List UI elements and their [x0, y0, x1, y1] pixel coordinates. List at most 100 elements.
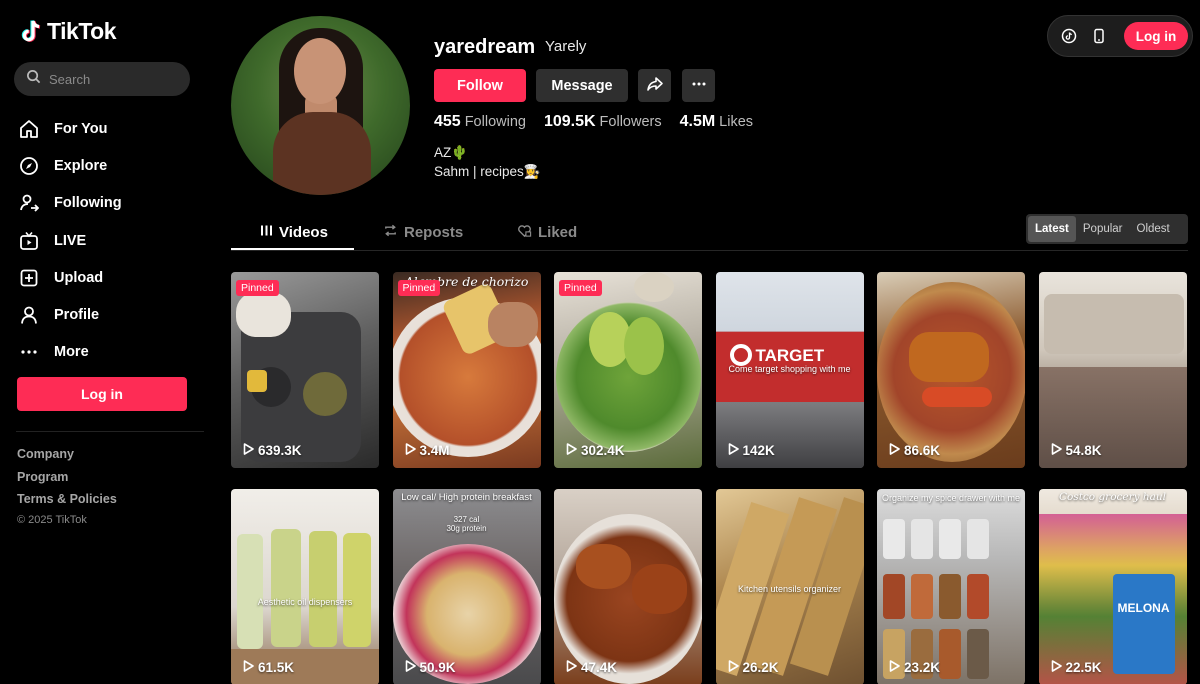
video-card[interactable]: Kitchen utensils organizer 26.2K	[715, 489, 864, 684]
pinned-badge: Pinned	[397, 280, 441, 296]
video-card[interactable]: Aesthetic oil dispensers 61.5K	[231, 489, 379, 684]
view-count: 302.4K	[566, 443, 625, 458]
search-input[interactable]	[49, 71, 169, 87]
video-caption: Low cal/ High protein breakfast	[401, 492, 532, 503]
video-card[interactable]: TARGET Come target shopping with me 142K	[715, 272, 864, 468]
view-count-value: 50.9K	[419, 660, 456, 675]
play-icon	[889, 443, 900, 458]
sidebar-item-label: More	[54, 344, 89, 361]
play-icon	[1051, 660, 1062, 675]
sidebar-item-label: Explore	[54, 157, 108, 174]
video-card[interactable]: Pinned 639.3K	[231, 272, 379, 468]
message-button[interactable]: Message	[536, 69, 628, 102]
video-caption: Organize my spice drawer with me	[881, 493, 1021, 503]
sort-latest[interactable]: Latest	[1028, 216, 1076, 242]
sidebar-item-profile[interactable]: Profile	[18, 296, 198, 333]
footer-links: Company Program Terms & Policies	[17, 447, 117, 515]
copyright: © 2025 TikTok	[17, 514, 87, 526]
view-count: 61.5K	[243, 660, 294, 675]
stat-followers[interactable]: 109.5K Followers	[544, 113, 662, 131]
profile-bio: AZ🌵 Sahm | recipes👩‍🍳	[434, 144, 541, 181]
product-label: MELONA	[1117, 601, 1170, 615]
play-icon	[566, 660, 577, 675]
upload-icon	[18, 267, 40, 289]
view-count-value: 3.4M	[419, 443, 450, 458]
sidebar-item-label: For You	[54, 120, 108, 137]
ellipsis-icon	[691, 76, 707, 95]
sidebar-item-more[interactable]: More	[18, 334, 198, 371]
sort-oldest[interactable]: Oldest	[1130, 216, 1177, 242]
sort-toggle: Latest Popular Oldest	[1026, 214, 1188, 244]
sidebar-item-label: Upload	[54, 269, 104, 286]
tab-label: Reposts	[404, 224, 464, 241]
repost-icon	[383, 223, 398, 242]
video-card[interactable]: Low cal/ High protein breakfast 327 cal …	[392, 489, 541, 684]
view-count: 3.4M	[405, 443, 450, 458]
play-icon	[728, 660, 739, 675]
mobile-app-icon[interactable]	[1088, 25, 1110, 47]
sidebar-login-button[interactable]: Log in	[17, 377, 187, 411]
video-caption: Aesthetic oil dispensers	[257, 597, 353, 607]
profile-avatar[interactable]	[231, 16, 410, 195]
stat-following[interactable]: 455 Following	[434, 113, 526, 131]
video-card[interactable]: 47.4K	[554, 489, 702, 684]
tab-liked[interactable]: Liked	[517, 214, 577, 251]
tiktok-logo[interactable]: TikTok	[20, 18, 117, 45]
share-button[interactable]	[638, 69, 671, 102]
tab-label: Videos	[279, 224, 328, 241]
stat-likes: 4.5M Likes	[680, 113, 753, 131]
play-icon	[405, 660, 416, 675]
footer-link-terms[interactable]: Terms & Policies	[17, 492, 117, 515]
view-count: 142K	[728, 443, 775, 458]
play-icon	[405, 443, 416, 458]
video-card[interactable]: Pinned 302.4K	[554, 272, 702, 468]
tab-videos[interactable]: Videos	[260, 214, 328, 251]
play-icon	[728, 443, 739, 458]
footer-link-program[interactable]: Program	[17, 470, 117, 493]
tab-reposts[interactable]: Reposts	[383, 214, 463, 251]
profile-username: yaredream	[434, 36, 536, 58]
view-count-value: 47.4K	[581, 660, 618, 675]
logo-wordmark: TikTok	[47, 18, 117, 44]
view-count: 22.5K	[1051, 660, 1102, 675]
view-count-value: 142K	[742, 443, 775, 458]
video-card[interactable]: 54.8K	[1038, 272, 1187, 468]
search-icon	[26, 69, 41, 89]
active-tab-indicator	[231, 248, 354, 250]
search-bar[interactable]	[14, 62, 190, 96]
view-count: 23.2K	[889, 660, 940, 675]
sidebar-item-explore[interactable]: Explore	[18, 147, 198, 184]
likes-count: 4.5M	[679, 113, 716, 130]
tiktok-coin-icon[interactable]	[1058, 25, 1080, 47]
video-card[interactable]: Organize my spice drawer with me 23.2K	[877, 489, 1025, 684]
share-icon	[646, 75, 664, 96]
more-options-button[interactable]	[682, 69, 715, 102]
view-count-value: 26.2K	[742, 660, 779, 675]
followers-label: Followers	[599, 114, 662, 130]
following-label: Following	[464, 114, 526, 130]
video-card[interactable]: MELONA Costco grocery haul 22.5K	[1038, 489, 1187, 684]
sidebar-item-following[interactable]: Following	[18, 185, 198, 222]
profile-nickname: Yarely	[545, 38, 587, 55]
sidebar-item-live[interactable]: LIVE	[18, 222, 198, 259]
video-caption: Come target shopping with me	[728, 364, 851, 374]
follow-button[interactable]: Follow	[434, 69, 526, 102]
view-count: 54.8K	[1051, 443, 1102, 458]
footer-link-company[interactable]: Company	[17, 447, 117, 470]
sidebar-item-upload[interactable]: Upload	[18, 259, 198, 296]
grid-icon	[260, 224, 273, 241]
play-icon	[243, 443, 254, 458]
sidebar-nav: For You Explore Following LIVE Upload Pr…	[18, 110, 198, 371]
sidebar: TikTok For You Explore	[0, 0, 205, 684]
sort-popular[interactable]: Popular	[1076, 216, 1130, 242]
video-card[interactable]: 86.6K	[877, 272, 1025, 468]
view-count: 50.9K	[405, 660, 456, 675]
video-card[interactable]: Alambre de chorizo Pinned 3.4M	[392, 272, 541, 468]
top-login-button[interactable]: Log in	[1124, 22, 1188, 50]
play-icon	[566, 443, 577, 458]
view-count-value: 86.6K	[904, 443, 941, 458]
view-count-value: 639.3K	[258, 443, 302, 458]
more-icon	[18, 341, 40, 363]
profile-icon	[18, 304, 40, 326]
sidebar-item-for-you[interactable]: For You	[18, 110, 198, 147]
